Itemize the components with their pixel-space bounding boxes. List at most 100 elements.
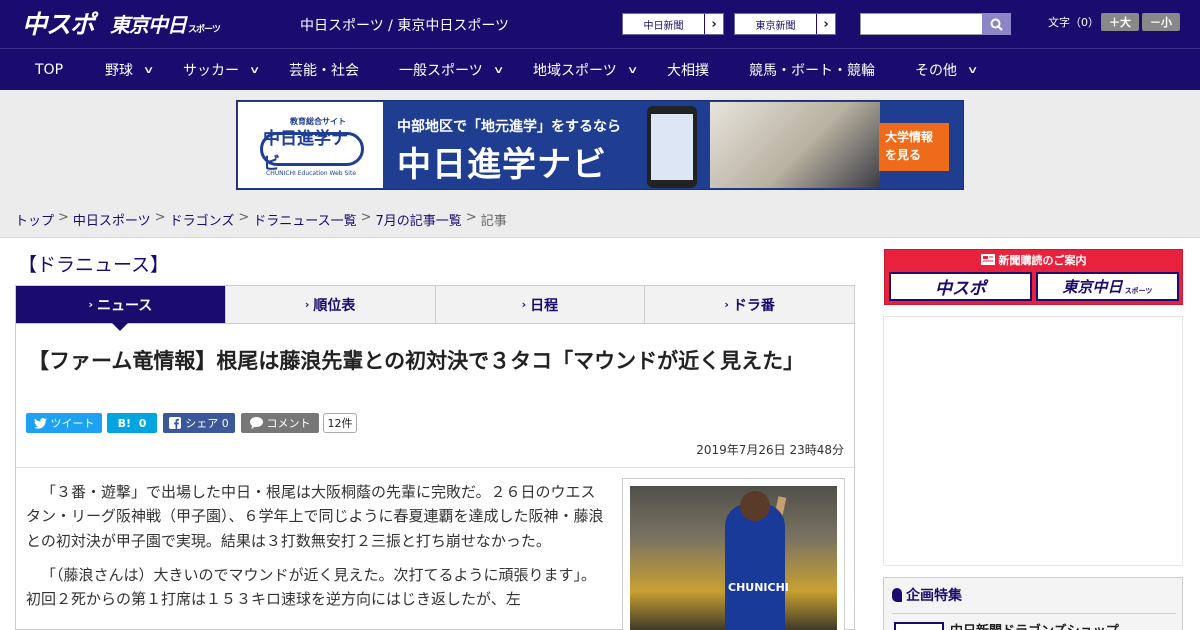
font-size-label: 文字（0） <box>1048 16 1099 29</box>
breadcrumb-separator: > <box>58 210 69 225</box>
nav-item-sumo[interactable]: 大相撲 <box>667 49 709 91</box>
tab-news[interactable]: › ニュース <box>16 286 226 331</box>
news-tabs: › ニュース › 順位表 › 日程 › ドラ番 <box>15 285 855 331</box>
banner-cta-button[interactable]: 大学情報を見る <box>879 123 949 171</box>
nav-item-label: 地域スポーツ <box>533 63 617 79</box>
chevron-down-icon: ∨ <box>492 64 505 76</box>
newspaper-icon <box>980 254 995 265</box>
chuspo-logo[interactable]: 中スポ <box>22 6 95 40</box>
subscribe-tokyo-chunichi-text: 東京中日 <box>1062 278 1123 296</box>
search-button[interactable] <box>982 13 1011 35</box>
nav-item-other[interactable]: その他 ∨ <box>915 49 979 91</box>
search-input[interactable] <box>860 13 983 35</box>
facebook-count: 0 <box>221 416 229 430</box>
article-title: 【ファーム竜情報】根尾は藤浪先輩との初対決で３タコ「マウンドが近く見えた」 <box>28 349 805 373</box>
nav-item-label: サッカー <box>183 63 239 79</box>
font-bigger-button[interactable]: ＋大 <box>1101 13 1139 31</box>
facebook-share-button[interactable]: シェア 0 <box>163 413 235 433</box>
banner-logo-text: 中日進学ナビ <box>260 129 364 174</box>
article-body: 「３番・遊撃」で出場した中日・根尾は大阪桐蔭の先輩に完敗だ。２６日のウエスタン・… <box>26 480 604 621</box>
chunichi-shimbun-link[interactable]: 中日新聞 › <box>622 13 724 35</box>
article-photo-frame[interactable]: CHUNICHI <box>622 478 845 630</box>
chevron-right-icon: › <box>88 298 93 311</box>
nav-item-entertainment[interactable]: 芸能・社会 <box>289 49 359 91</box>
nav-item-label: 大相撲 <box>667 63 709 79</box>
jersey-text: CHUNICHI <box>728 581 789 594</box>
feature-box: 企画特集 中日新聞ドラゴンズショップ <box>883 577 1183 630</box>
section-heading: 【ドラニュース】 <box>18 254 170 276</box>
nav-item-regional-sports[interactable]: 地域スポーツ ∨ <box>533 49 638 91</box>
player-figure <box>725 504 785 630</box>
nav-item-label: TOP <box>35 62 64 78</box>
chevron-down-icon: ∨ <box>966 64 979 76</box>
tab-dora-ban[interactable]: › ドラ番 <box>645 286 854 323</box>
feature-heading: 企画特集 <box>892 585 962 605</box>
subscribe-tokyo-chunichi[interactable]: 東京中日 スポーツ <box>1036 272 1179 301</box>
tab-schedule[interactable]: › 日程 <box>436 286 646 323</box>
breadcrumb-chunichi-sports[interactable]: 中日スポーツ <box>73 210 151 229</box>
nav-item-top[interactable]: TOP <box>35 49 63 91</box>
feature-item-dragons-shop[interactable]: 中日新聞ドラゴンズショップ <box>950 620 1119 630</box>
breadcrumb-dragons[interactable]: ドラゴンズ <box>170 210 235 229</box>
nav-item-label: その他 <box>915 63 957 79</box>
chevron-right-icon: › <box>704 14 723 34</box>
nav-item-baseball[interactable]: 野球 ∨ <box>105 49 155 91</box>
facebook-share-label: シェア <box>185 417 219 430</box>
breadcrumb-separator: > <box>238 210 250 225</box>
tab-label: 日程 <box>530 297 559 314</box>
tokyo-chunichi-logo[interactable]: 東京中日 スポーツ <box>110 6 221 40</box>
shingaku-navi-banner[interactable]: 教育総合サイト 中日進学ナビ CHUNICHI Education Web Si… <box>236 100 964 190</box>
nav-item-racing[interactable]: 競馬・ボート・競輪 <box>749 49 875 91</box>
banner-logo-sub: CHUNICHI Education Web Site <box>266 170 357 177</box>
breadcrumb-july-list[interactable]: 7月の記事一覧 <box>376 210 462 229</box>
breadcrumb-top[interactable]: トップ <box>15 210 54 229</box>
comment-count-badge[interactable]: 12件 <box>323 413 357 433</box>
banner-headline: 中日進学ナビ <box>397 145 607 185</box>
subscribe-title-text: 新聞購読のご案内 <box>998 253 1087 267</box>
article: 【ファーム竜情報】根尾は藤浪先輩との初対決で３タコ「マウンドが近く見えた」 ツイ… <box>15 324 855 630</box>
nav-item-label: 一般スポーツ <box>399 63 483 79</box>
subscribe-chuspo[interactable]: 中スポ <box>889 272 1032 301</box>
chevron-down-icon: ∨ <box>248 64 261 76</box>
nav-item-label: 芸能・社会 <box>289 63 359 79</box>
twitter-bird-icon <box>33 417 47 429</box>
nav-item-soccer[interactable]: サッカー ∨ <box>183 49 261 91</box>
students-photo <box>710 102 880 188</box>
smartphone-screen <box>651 114 693 180</box>
breadcrumb-separator: > <box>360 210 372 225</box>
hatena-icon: B! <box>117 416 132 430</box>
banner-tagline: 中部地区で「地元進学」をするなら <box>397 119 621 135</box>
feature-thumbnail[interactable] <box>894 622 944 630</box>
subscribe-title: 新聞購読のご案内 <box>885 250 1182 269</box>
chevron-right-icon: › <box>304 298 310 311</box>
subscribe-banner[interactable]: 新聞購読のご案内 中スポ 東京中日 スポーツ <box>884 249 1183 305</box>
tab-label: ニュース <box>96 297 153 314</box>
hatena-bookmark-button[interactable]: B! 0 <box>107 413 157 433</box>
search-icon <box>990 18 1003 31</box>
breadcrumb-current: 記事 <box>480 214 507 229</box>
chevron-right-icon: › <box>816 14 835 34</box>
breadcrumb-separator: > <box>154 210 166 225</box>
font-smaller-button[interactable]: －小 <box>1142 13 1180 31</box>
main-nav: TOP 野球 ∨ サッカー ∨ 芸能・社会 一般スポーツ ∨ 地域スポーツ ∨ 大相撲 … <box>0 48 1200 90</box>
tweet-button[interactable]: ツイート <box>26 413 102 433</box>
comment-button[interactable]: コメント <box>241 413 319 433</box>
site-header: 中スポ 東京中日 スポーツ 中日スポーツ / 東京中日スポーツ 中日新聞 › 東京… <box>0 0 1200 48</box>
tokyo-shimbun-link[interactable]: 東京新聞 › <box>734 13 836 35</box>
article-photo: CHUNICHI <box>630 486 837 630</box>
tab-label: 順位表 <box>313 297 356 314</box>
tab-label: ドラ番 <box>732 297 775 314</box>
comment-label: コメント <box>266 417 311 430</box>
tokyo-chunichi-logo-text: 東京中日 <box>110 12 187 37</box>
banner-logo: 教育総合サイト 中日進学ナビ CHUNICHI Education Web Si… <box>238 102 383 188</box>
chunichi-shimbun-label: 中日新聞 <box>643 20 684 32</box>
nav-item-general-sports[interactable]: 一般スポーツ ∨ <box>399 49 505 91</box>
nav-item-label: 競馬・ボート・競輪 <box>749 63 875 79</box>
nav-item-label: 野球 <box>105 63 133 79</box>
sidebar-ad-slot <box>883 316 1183 566</box>
tab-standings[interactable]: › 順位表 <box>226 286 436 323</box>
smartphone-image <box>647 106 697 188</box>
breadcrumb-dora-news-list[interactable]: ドラニュース一覧 <box>253 210 356 229</box>
divider <box>892 613 1176 614</box>
tweet-label: ツイート <box>50 417 95 430</box>
